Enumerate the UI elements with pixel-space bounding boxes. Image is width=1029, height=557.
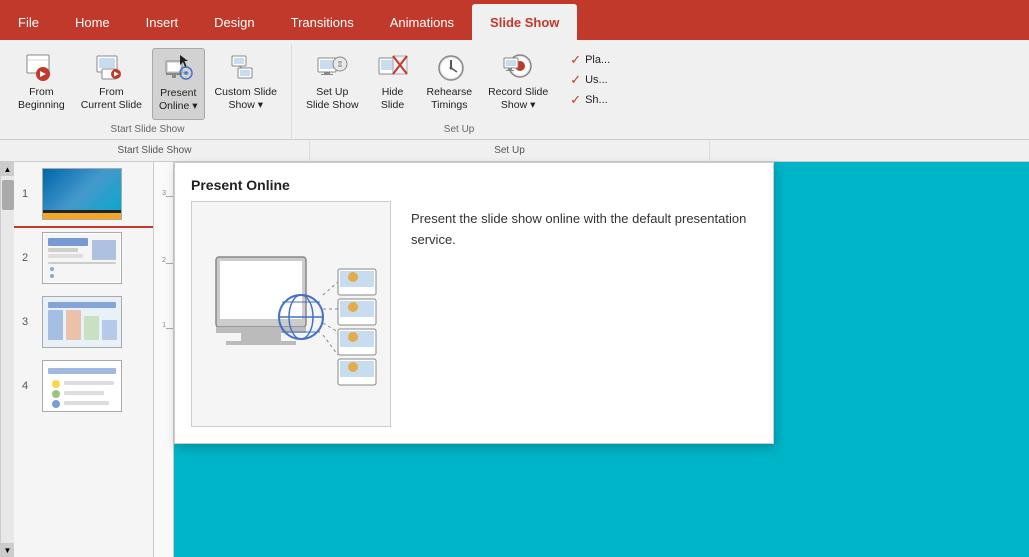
- setup-bar-label: Set Up: [310, 140, 710, 161]
- setup-buttons: Set UpSlide Show HideSlide: [300, 48, 618, 121]
- slide-number-2: 2: [22, 252, 34, 264]
- group-setup: Set UpSlide Show HideSlide: [292, 44, 626, 139]
- ribbon-content: FromBeginning FromCurrent Slide: [0, 40, 1029, 140]
- slide-item-4[interactable]: 4: [14, 354, 153, 418]
- group-start-slide-show: FromBeginning FromCurrent Slide: [4, 44, 292, 139]
- tab-file[interactable]: File: [0, 4, 57, 40]
- scroll-thumb[interactable]: [2, 180, 14, 210]
- group-labels-bar: Start Slide Show Set Up: [0, 140, 1029, 162]
- present-online-button[interactable]: PresentOnline ▾: [152, 48, 205, 120]
- custom-slide-show-button[interactable]: Custom SlideShow ▾: [209, 48, 283, 120]
- play-narrations-row[interactable]: ✓ Pla...: [570, 52, 610, 68]
- play-narrations-label: Pla...: [585, 54, 610, 66]
- slide-number-4: 4: [22, 380, 34, 392]
- main-area: ▲ ▼ 1 2: [0, 162, 1029, 557]
- slide-thumb-1: [42, 168, 122, 220]
- canvas-area: Present Online: [174, 162, 1029, 557]
- from-current-slide-button[interactable]: FromCurrent Slide: [75, 48, 148, 120]
- tab-slideshow[interactable]: Slide Show: [472, 4, 577, 40]
- show-media-controls-check: ✓: [570, 92, 581, 108]
- scroll-down-arrow[interactable]: ▼: [1, 543, 15, 557]
- show-media-controls-row[interactable]: ✓ Sh...: [570, 92, 610, 108]
- vertical-ruler: 3 2 1: [154, 162, 174, 557]
- scroll-up-arrow[interactable]: ▲: [1, 162, 15, 176]
- setup-slide-show-button[interactable]: Set UpSlide Show: [300, 48, 365, 120]
- tab-home[interactable]: Home: [57, 4, 128, 40]
- scroll-track[interactable]: ▲ ▼: [0, 162, 14, 557]
- slide-thumb-2: [42, 232, 122, 284]
- present-online-tooltip: Present Online: [174, 162, 774, 444]
- custom-slide-show-icon: [230, 52, 262, 84]
- setup-group-label: Set Up: [292, 124, 626, 135]
- slide-thumb-3: [42, 296, 122, 348]
- slide-item-3[interactable]: 3: [14, 290, 153, 354]
- use-timings-label: Us...: [585, 74, 608, 86]
- tooltip-title: Present Online: [175, 163, 773, 201]
- rehearse-timings-icon: [433, 52, 465, 84]
- tab-insert[interactable]: Insert: [128, 4, 197, 40]
- ribbon-tabs: File Home Insert Design Transitions Anim…: [0, 0, 1029, 40]
- slide-thumb-4: [42, 360, 122, 412]
- ruler-mark-2: 2: [154, 257, 166, 264]
- tab-design[interactable]: Design: [196, 4, 272, 40]
- use-timings-row[interactable]: ✓ Us...: [570, 72, 610, 88]
- ribbon: File Home Insert Design Transitions Anim…: [0, 0, 1029, 162]
- hide-slide-icon: [377, 52, 409, 84]
- tooltip-description: Present the slide show online with the d…: [411, 201, 757, 427]
- start-slide-show-buttons: FromBeginning FromCurrent Slide: [12, 48, 283, 121]
- slide-number-1: 1: [22, 188, 34, 200]
- slide-item-1[interactable]: 1: [14, 162, 153, 226]
- ruler-mark-1: 1: [154, 322, 166, 329]
- setup-slide-show-icon: [316, 52, 348, 84]
- tab-transitions[interactable]: Transitions: [273, 4, 372, 40]
- from-beginning-button[interactable]: FromBeginning: [12, 48, 71, 120]
- ruler-mark-3: 3: [154, 190, 166, 197]
- slide-number-3: 3: [22, 316, 34, 328]
- start-slide-show-label: Start Slide Show: [4, 124, 291, 135]
- play-narrations-check: ✓: [570, 52, 581, 68]
- hide-slide-label: HideSlide: [381, 86, 404, 111]
- start-slide-show-bar-label: Start Slide Show: [0, 140, 310, 161]
- tooltip-body: Present the slide show online with the d…: [175, 201, 773, 443]
- slide-item-2[interactable]: 2: [14, 226, 153, 290]
- record-slide-show-icon: [502, 52, 534, 84]
- from-beginning-label: FromBeginning: [18, 86, 65, 111]
- present-online-label: PresentOnline ▾: [159, 87, 198, 112]
- from-beginning-icon: [25, 52, 57, 84]
- from-current-icon: [95, 52, 127, 84]
- tooltip-image: [191, 201, 391, 427]
- rehearse-timings-label: RehearseTimings: [427, 86, 473, 111]
- slides-panel: 1 2 3: [14, 162, 154, 557]
- rehearse-timings-button[interactable]: RehearseTimings: [421, 48, 479, 120]
- use-timings-check: ✓: [570, 72, 581, 88]
- custom-slide-show-label: Custom SlideShow ▾: [215, 86, 277, 111]
- present-online-icon: [162, 53, 194, 85]
- setup-slide-show-label: Set UpSlide Show: [306, 86, 359, 111]
- from-current-label: FromCurrent Slide: [81, 86, 142, 111]
- tab-animations[interactable]: Animations: [372, 4, 472, 40]
- hide-slide-button[interactable]: HideSlide: [369, 48, 417, 120]
- show-media-controls-label: Sh...: [585, 94, 608, 106]
- record-slide-show-label: Record SlideShow ▾: [488, 86, 548, 111]
- checkboxes-group: ✓ Pla... ✓ Us... ✓ Sh...: [562, 48, 618, 112]
- record-slide-show-button[interactable]: Record SlideShow ▾: [482, 48, 554, 120]
